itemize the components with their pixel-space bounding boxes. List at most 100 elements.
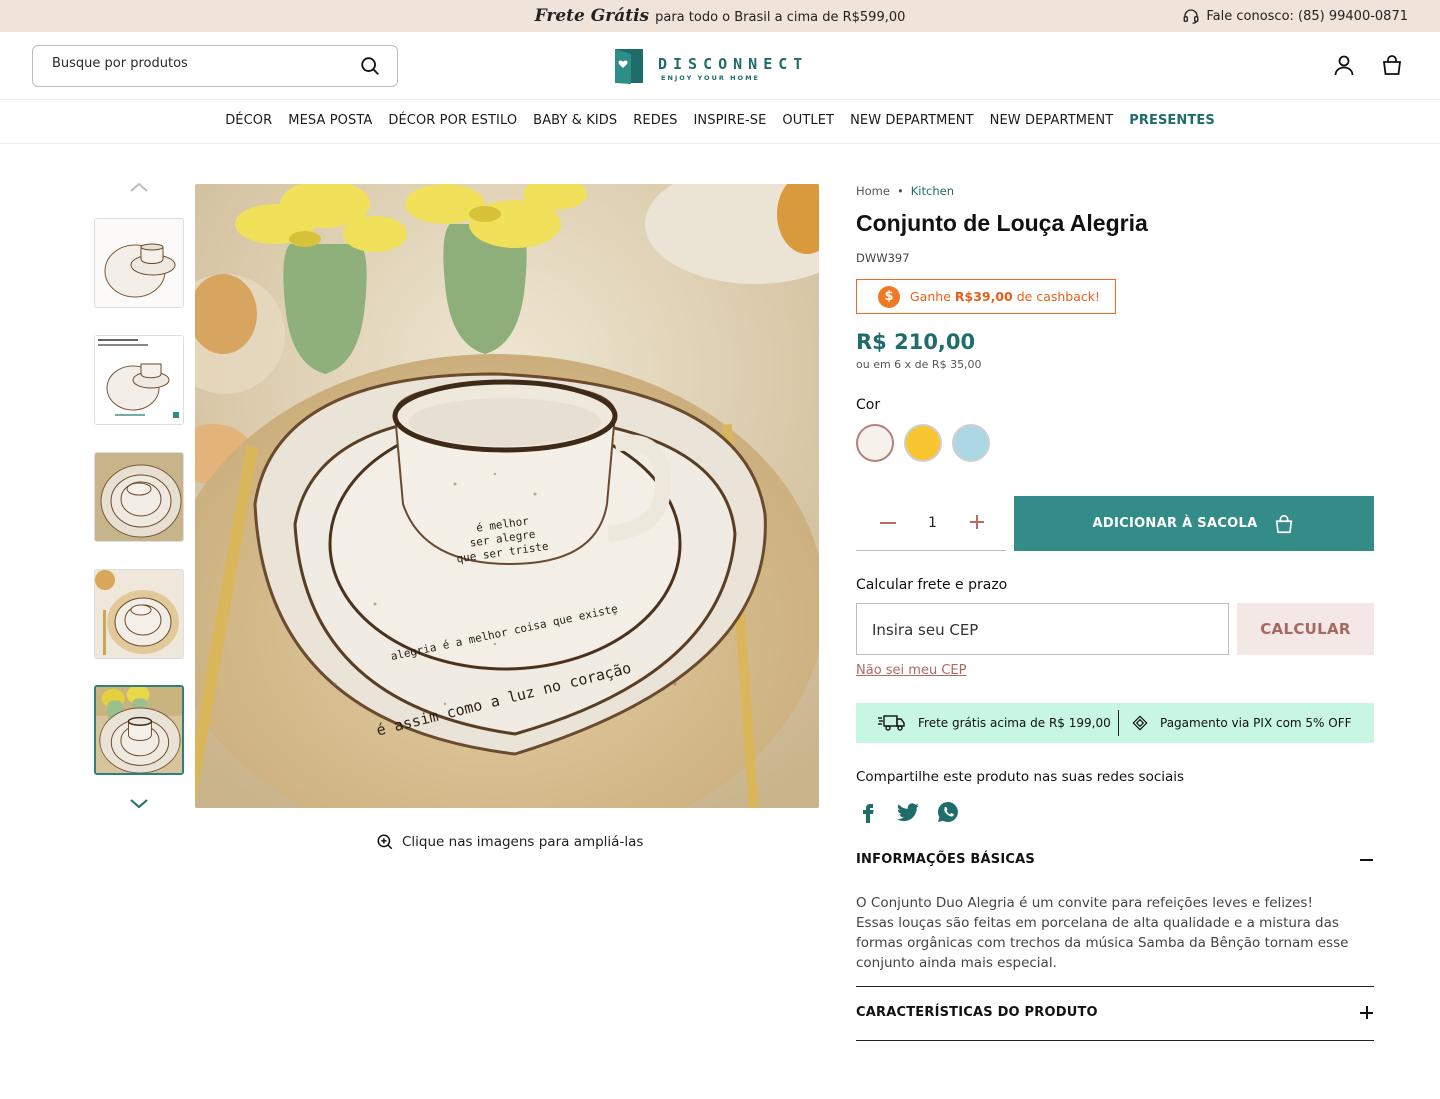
cep-field	[856, 603, 1229, 655]
chevron-up-icon[interactable]	[128, 180, 150, 194]
nav-item-inspire-se[interactable]: INSPIRE-SE	[694, 113, 767, 128]
logo-tagline: ENJOY YOUR HOME	[661, 74, 760, 82]
zoom-hint: Clique nas imagens para ampliá-las	[376, 833, 643, 851]
accordion-characteristics-title: CARACTERÍSTICAS DO PRODUTO	[856, 1005, 1098, 1020]
whatsapp-icon[interactable]	[936, 800, 960, 824]
pix-benefit: Pagamento via PIX com 5% OFF	[1119, 715, 1352, 731]
decrease-quantity-button[interactable]	[880, 522, 896, 524]
description-line-1: O Conjunto Duo Alegria é um convite para…	[856, 895, 1313, 911]
dollar-coin-icon: $	[878, 285, 900, 308]
thumbnail-image	[95, 570, 183, 658]
facebook-icon[interactable]	[856, 800, 880, 824]
pix-icon	[1132, 715, 1148, 731]
main-nav: DÉCOR MESA POSTA DÉCOR POR ESTILO BABY &…	[0, 100, 1440, 144]
nav-item-outlet[interactable]: OUTLET	[782, 113, 834, 128]
thumbnail-1[interactable]	[94, 218, 184, 308]
accordion-characteristics: CARACTERÍSTICAS DO PRODUTO	[856, 1005, 1374, 1020]
thumbnail-5[interactable]	[94, 685, 184, 775]
thumbnail-4[interactable]	[94, 569, 184, 659]
purchase-row: 1 ADICIONAR À SACOLA	[856, 496, 1374, 551]
free-shipping-text: Frete grátis acima de R$ 199,00	[918, 716, 1111, 730]
nav-item-baby-kids[interactable]: BABY & KIDS	[533, 113, 617, 128]
thumbnail-2[interactable]	[94, 335, 184, 425]
headset-icon	[1183, 9, 1199, 24]
color-label: Cor	[856, 397, 881, 413]
cashback-suffix: de cashback!	[1016, 289, 1101, 304]
free-shipping-benefit: Frete grátis acima de R$ 199,00	[856, 714, 1118, 732]
bag-icon[interactable]	[1380, 53, 1404, 77]
search-input[interactable]	[52, 56, 352, 71]
calculate-shipping-button[interactable]: CALCULAR	[1237, 603, 1374, 655]
nav-item-mesa-posta[interactable]: MESA POSTA	[288, 113, 372, 128]
cashback-text: Ganhe R$39,00 de cashback!	[910, 289, 1100, 304]
breadcrumb-home[interactable]: Home	[856, 184, 890, 198]
logo-door-icon	[615, 49, 643, 84]
add-to-bag-button[interactable]: ADICIONAR À SACOLA	[1014, 496, 1374, 551]
search-box	[32, 45, 398, 87]
add-to-bag-label: ADICIONAR À SACOLA	[1092, 516, 1258, 531]
promo-text: para todo o Brasil a cima de R$599,00	[655, 10, 906, 25]
product-price: R$ 210,00	[856, 330, 976, 354]
nav-item-new-department-2[interactable]: NEW DEPARTMENT	[990, 113, 1114, 128]
contact-link[interactable]: Fale conosco: (85) 99400-0871	[1182, 7, 1408, 25]
thumbnail-3[interactable]	[94, 452, 184, 542]
shipping-label: Calcular frete e prazo	[856, 577, 1008, 593]
cep-input[interactable]	[872, 621, 1202, 639]
accordion-basic-info-title: INFORMAÇÕES BÁSICAS	[856, 852, 1035, 867]
cashback-prefix: Ganhe	[910, 289, 951, 304]
contact-text: Fale conosco: (85) 99400-0871	[1206, 8, 1408, 24]
swatch-white[interactable]	[856, 424, 894, 462]
share-label: Compartilhe este produto nas suas redes …	[856, 769, 1185, 785]
main-product-image[interactable]: é melhor ser alegre que ser triste alegr…	[195, 184, 819, 808]
site-header: DISCONNECT ENJOY YOUR HOME	[0, 32, 1440, 100]
accordion-characteristics-header[interactable]: CARACTERÍSTICAS DO PRODUTO	[856, 1005, 1374, 1020]
thumbnail-image	[95, 453, 183, 541]
divider	[856, 1040, 1374, 1041]
truck-icon	[878, 715, 905, 731]
twitter-icon[interactable]	[896, 800, 920, 824]
breadcrumb-separator: •	[896, 184, 904, 198]
search-icon[interactable]	[359, 55, 381, 77]
logo-wordmark: DISCONNECT	[658, 55, 809, 73]
breadcrumb-current[interactable]: Kitchen	[911, 184, 954, 198]
quantity-stepper: 1	[856, 496, 1006, 551]
installments-text: ou em 6 x de R$ 35,00	[856, 358, 982, 371]
site-logo[interactable]: DISCONNECT ENJOY YOUR HOME	[614, 46, 828, 86]
description-line-2: Essas louças são feitas em porcelana de …	[856, 915, 1349, 971]
zoom-hint-text: Clique nas imagens para ampliá-las	[402, 834, 644, 850]
product-sku: DWW397	[856, 251, 910, 265]
benefits-banner: Frete grátis acima de R$ 199,00 Pagament…	[856, 703, 1374, 743]
swatch-blue[interactable]	[952, 424, 990, 462]
thumbnail-image	[95, 219, 183, 307]
breadcrumb: Home • Kitchen	[856, 184, 1374, 198]
nav-item-decor[interactable]: DÉCOR	[225, 113, 272, 128]
nav-item-new-department[interactable]: NEW DEPARTMENT	[850, 113, 974, 128]
accordion-basic-info: INFORMAÇÕES BÁSICAS O Conjunto Duo Alegr…	[856, 852, 1374, 973]
product-photo: é melhor ser alegre que ser triste alegr…	[195, 184, 819, 808]
swatch-yellow[interactable]	[904, 424, 942, 462]
thumbnail-image	[96, 687, 182, 773]
chevron-down-icon[interactable]	[128, 796, 150, 810]
pix-text: Pagamento via PIX com 5% OFF	[1160, 716, 1352, 730]
color-swatches	[856, 424, 1374, 462]
divider	[856, 986, 1374, 987]
accordion-basic-info-body: O Conjunto Duo Alegria é um convite para…	[856, 893, 1374, 973]
social-share	[856, 800, 960, 824]
promo-highlight: Frete Grátis	[534, 6, 650, 26]
thumbnail-image	[95, 336, 183, 424]
promo-bar: Frete Grátis para todo o Brasil a cima de…	[0, 0, 1440, 32]
bag-icon	[1276, 514, 1293, 533]
increase-quantity-button[interactable]	[970, 514, 986, 530]
collapse-icon[interactable]	[1360, 853, 1374, 867]
no-cep-link[interactable]: Não sei meu CEP	[856, 663, 966, 678]
zoom-in-icon	[377, 834, 393, 850]
user-icon[interactable]	[1332, 53, 1356, 77]
cashback-value: R$39,00	[954, 289, 1013, 304]
nav-item-decor-por-estilo[interactable]: DÉCOR POR ESTILO	[388, 113, 517, 128]
quantity-value[interactable]: 1	[928, 515, 937, 531]
nav-item-redes[interactable]: REDES	[633, 113, 677, 128]
expand-icon[interactable]	[1360, 1005, 1374, 1020]
nav-item-presentes[interactable]: PRESENTES	[1129, 113, 1215, 128]
header-actions	[1332, 53, 1404, 77]
accordion-basic-info-header[interactable]: INFORMAÇÕES BÁSICAS	[856, 852, 1374, 867]
